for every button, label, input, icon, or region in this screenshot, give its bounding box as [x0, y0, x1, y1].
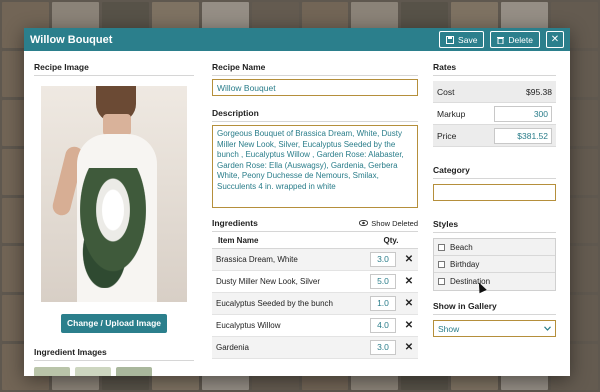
table-row: Eucalyptus Willow 4.0 ✕	[212, 315, 418, 337]
qty-input[interactable]: 5.0	[370, 274, 396, 289]
cost-value: $95.38	[526, 86, 552, 97]
markup-input[interactable]: 300	[494, 105, 552, 122]
close-button[interactable]: ✕	[546, 31, 564, 48]
floppy-disk-icon	[446, 35, 455, 44]
gallery-selected-value: Show	[438, 323, 460, 334]
description-label: Description	[212, 108, 418, 122]
delete-button[interactable]: Delete	[490, 31, 540, 48]
remove-icon[interactable]: ✕	[402, 276, 416, 287]
category-input[interactable]	[433, 184, 556, 201]
rates-label: Rates	[433, 62, 556, 76]
remove-icon[interactable]: ✕	[402, 298, 416, 309]
ingredient-thumbnails	[34, 367, 194, 376]
ingredient-name: Dusty Miller New Look, Silver	[216, 277, 321, 286]
ingredients-header: Ingredients Show Deleted	[212, 218, 418, 232]
table-row: Brassica Dream, White 3.0 ✕	[212, 249, 418, 271]
show-in-gallery-select[interactable]: Show	[433, 320, 556, 337]
image-column: Recipe Image Change / Upload Image Ingre…	[34, 62, 194, 376]
ingredient-images-label: Ingredient Images	[34, 347, 194, 361]
category-label: Category	[433, 165, 556, 179]
price-row: Price $381.52	[433, 125, 556, 147]
recipe-name-input[interactable]: Willow Bouquet	[212, 79, 418, 96]
markup-row: Markup 300	[433, 103, 556, 125]
remove-icon[interactable]: ✕	[402, 320, 416, 331]
recipe-modal: Willow Bouquet Save Delete ✕ Recipe Imag…	[24, 28, 570, 376]
table-row: Eucalyptus Seeded by the bunch 1.0 ✕	[212, 293, 418, 315]
rates-table: Cost $95.38 Markup 300 Price $381.52	[433, 81, 556, 147]
table-row: Dusty Miller New Look, Silver 5.0 ✕	[212, 271, 418, 293]
table-row: Gardenia 3.0 ✕	[212, 337, 418, 359]
ingredients-label: Ingredients	[212, 218, 258, 228]
checkbox[interactable]	[438, 278, 445, 285]
checkbox[interactable]	[438, 243, 445, 251]
description-textarea[interactable]: Gorgeous Bouquet of Brassica Dream, Whit…	[212, 125, 418, 208]
save-label: Save	[458, 34, 478, 45]
chevron-down-icon	[544, 326, 551, 331]
eye-icon	[359, 220, 369, 226]
checkbox[interactable]	[438, 260, 445, 268]
markup-label: Markup	[437, 108, 466, 119]
qty-input[interactable]: 4.0	[370, 318, 396, 333]
delete-label: Delete	[508, 34, 533, 45]
ingredients-list: Brassica Dream, White 3.0 ✕ Dusty Miller…	[212, 249, 418, 359]
cost-row: Cost $95.38	[433, 81, 556, 103]
ingredient-name: Brassica Dream, White	[216, 255, 298, 264]
ingredients-table-header: Item Name Qty.	[212, 232, 418, 249]
qty-input[interactable]: 1.0	[370, 296, 396, 311]
ingredient-name: Eucalyptus Seeded by the bunch	[216, 299, 333, 308]
save-button[interactable]: Save	[439, 31, 485, 48]
close-icon: ✕	[550, 34, 560, 45]
ingredient-thumbnail[interactable]	[34, 367, 70, 376]
modal-header: Willow Bouquet Save Delete ✕	[24, 28, 570, 51]
rates-column: Rates Cost $95.38 Markup 300 Price $381.…	[433, 62, 556, 337]
ingredient-name: Eucalyptus Willow	[216, 321, 281, 330]
change-upload-image-button[interactable]: Change / Upload Image	[61, 314, 167, 333]
ingredient-name: Gardenia	[216, 343, 249, 352]
styles-label: Styles	[433, 219, 556, 233]
show-deleted-toggle[interactable]: Show Deleted	[359, 219, 418, 228]
recipe-details-column: Recipe Name Willow Bouquet Description G…	[212, 62, 418, 359]
recipe-image-label: Recipe Image	[34, 62, 194, 76]
recipe-photo	[41, 86, 187, 302]
show-in-gallery-label: Show in Gallery	[433, 301, 556, 315]
remove-icon[interactable]: ✕	[402, 342, 416, 353]
style-option-beach[interactable]: Beach	[434, 239, 555, 256]
cost-label: Cost	[437, 86, 455, 97]
trash-icon	[497, 36, 505, 44]
recipe-name-label: Recipe Name	[212, 62, 418, 76]
qty-input[interactable]: 3.0	[370, 340, 396, 355]
col-item-name: Item Name	[218, 236, 259, 245]
remove-icon[interactable]: ✕	[402, 254, 416, 265]
style-option-birthday[interactable]: Birthday	[434, 256, 555, 273]
col-qty: Qty.	[383, 236, 399, 245]
style-option-destination[interactable]: Destination	[434, 273, 555, 290]
styles-list: Beach Birthday Destination	[433, 238, 556, 291]
style-option-label: Beach	[450, 242, 473, 252]
price-input[interactable]: $381.52	[494, 127, 552, 144]
ingredient-thumbnail[interactable]	[75, 367, 111, 376]
show-deleted-label: Show Deleted	[371, 218, 418, 228]
modal-title: Willow Bouquet	[30, 33, 113, 46]
price-label: Price	[437, 130, 457, 141]
qty-input[interactable]: 3.0	[370, 252, 396, 267]
ingredient-thumbnail[interactable]	[116, 367, 152, 376]
style-option-label: Birthday	[450, 259, 480, 269]
